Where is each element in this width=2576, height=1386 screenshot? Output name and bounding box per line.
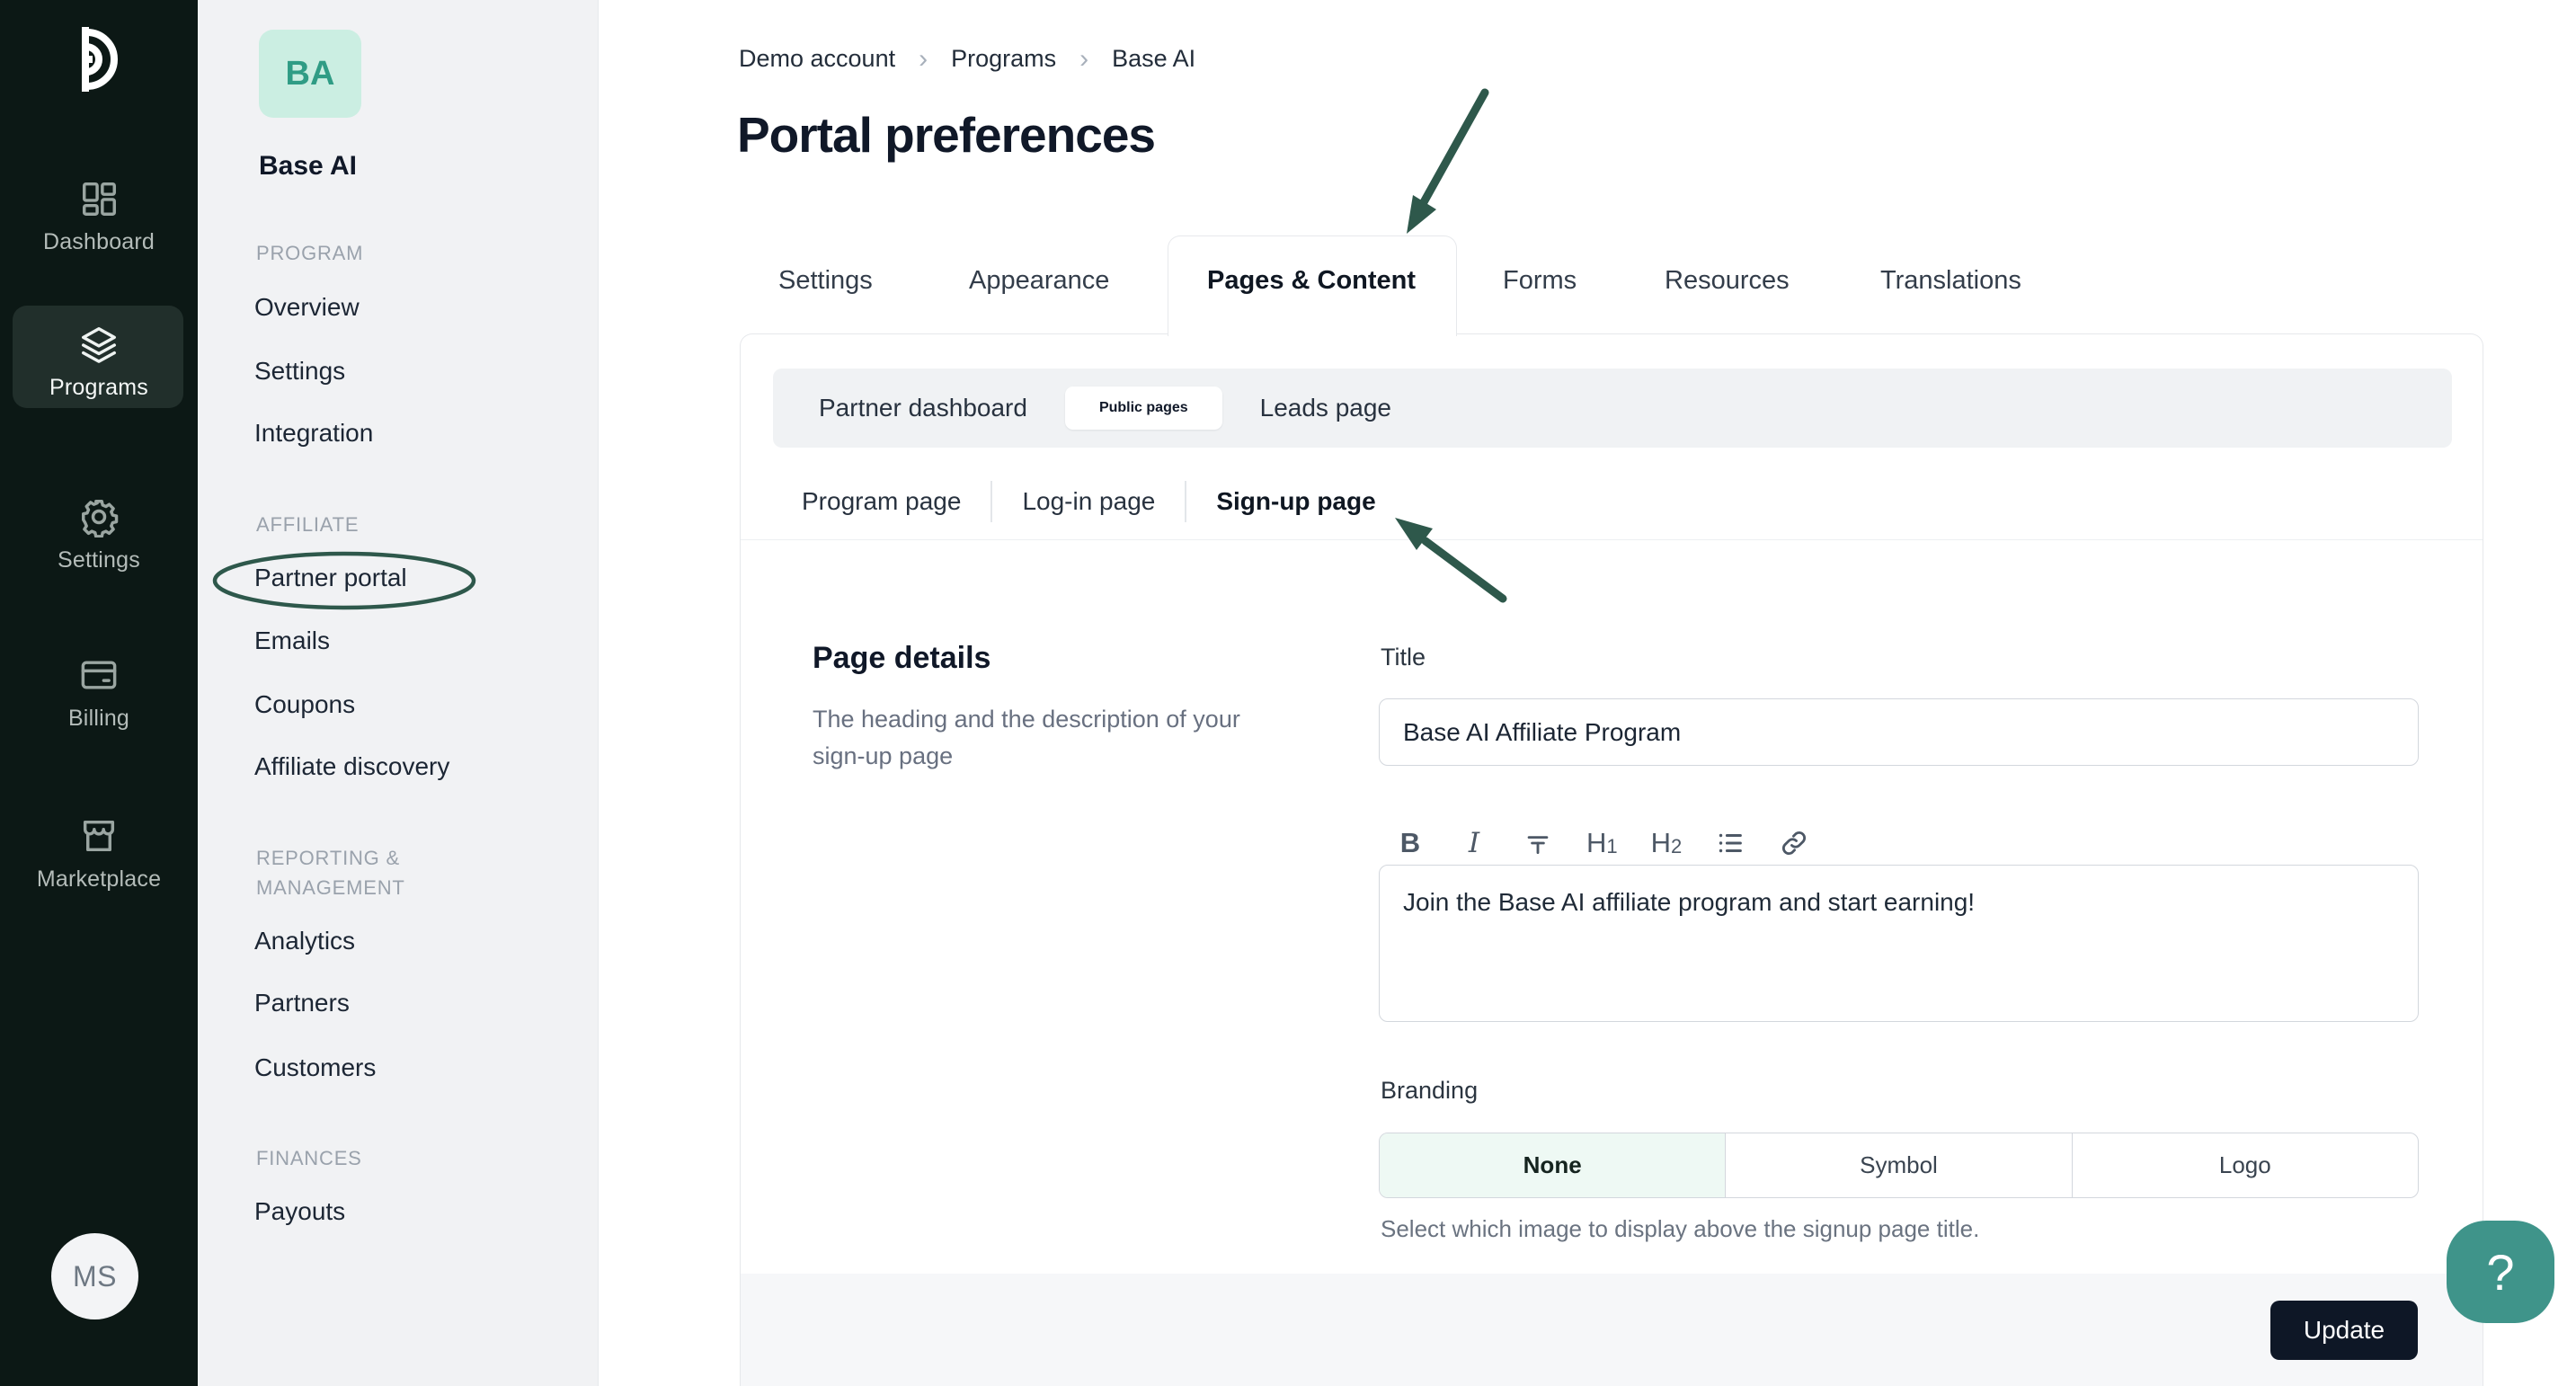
sidebar-item-marketplace[interactable]: Marketplace xyxy=(0,815,198,893)
tab-translations[interactable]: Translations xyxy=(1880,266,2021,296)
section-heading-page-details: Page details xyxy=(813,641,991,675)
page-tab-login-page[interactable]: Log-in page xyxy=(1022,487,1155,516)
sidebar-item-programs[interactable]: Programs xyxy=(0,324,198,401)
bold-icon[interactable]: B xyxy=(1395,823,1426,863)
dashboard-grid-icon xyxy=(82,182,116,216)
program-avatar[interactable]: BA xyxy=(259,30,361,118)
title-input[interactable] xyxy=(1379,698,2419,766)
sidebar-item-partners[interactable]: Partners xyxy=(254,988,350,1018)
portal-section-switcher: Partner dashboard Public pages Leads pag… xyxy=(773,369,2452,448)
sidebar-item-integration[interactable]: Integration xyxy=(254,418,373,449)
page-tab-signup-page[interactable]: Sign-up page xyxy=(1216,487,1375,516)
program-name: Base AI xyxy=(259,151,357,181)
section-heading-affiliate: AFFILIATE xyxy=(256,513,360,536)
tab-annotation-arrow xyxy=(1407,88,1489,234)
sidebar-item-dashboard[interactable]: Dashboard xyxy=(0,178,198,255)
section-heading-finances: FINANCES xyxy=(256,1147,362,1169)
branding-option-logo[interactable]: Logo xyxy=(2071,1133,2418,1197)
sidebar-item-settings[interactable]: Settings xyxy=(0,496,198,573)
page-description-editor[interactable]: Join the Base AI affiliate program and s… xyxy=(1379,865,2419,1022)
help-button[interactable]: ? xyxy=(2447,1221,2554,1323)
settings-gear-icon xyxy=(82,500,119,538)
section-heading-program: PROGRAM xyxy=(256,242,364,264)
question-mark-icon: ? xyxy=(2486,1243,2515,1301)
program-initials: BA xyxy=(285,54,335,93)
breadcrumb-separator-icon: › xyxy=(1079,44,1089,74)
sidebar-item-label: Marketplace xyxy=(36,866,162,892)
subtab-leads-page[interactable]: Leads page xyxy=(1260,394,1391,422)
breadcrumb-item-programs[interactable]: Programs xyxy=(951,45,1056,73)
branding-option-none[interactable]: None xyxy=(1380,1133,1726,1197)
sidebar-item-billing[interactable]: Billing xyxy=(0,654,198,732)
sidebar-item-label: Billing xyxy=(67,706,130,731)
user-initials: MS xyxy=(73,1259,117,1293)
heading1-icon[interactable]: H 1 xyxy=(1586,823,1618,863)
breadcrumb-separator-icon: › xyxy=(919,44,928,74)
sidebar-item-label: Settings xyxy=(58,547,140,573)
sidebar-item-overview[interactable]: Overview xyxy=(254,292,360,323)
breadcrumb-item-program[interactable]: Base AI xyxy=(1112,45,1195,73)
page-tab-program-page[interactable]: Program page xyxy=(802,487,961,516)
tab-pages-content[interactable]: Pages & Content xyxy=(1207,266,1416,296)
sidebar-item-affiliate-discovery[interactable]: Affiliate discovery xyxy=(254,751,449,782)
section-description: The heading and the description of your … xyxy=(813,706,1240,769)
sidebar-item-coupons[interactable]: Coupons xyxy=(254,689,355,720)
strikethrough-icon[interactable] xyxy=(1523,823,1553,863)
section-heading-reporting: REPORTING & MANAGEMENT xyxy=(256,847,405,899)
vertical-divider xyxy=(990,481,993,522)
marketplace-store-icon xyxy=(83,820,115,852)
branding-option-symbol[interactable]: Symbol xyxy=(1725,1133,2071,1197)
primary-sidebar: Dashboard Programs Settings Billing Mark… xyxy=(0,0,198,1386)
sidebar-item-customers[interactable]: Customers xyxy=(254,1053,376,1083)
italic-icon[interactable]: I xyxy=(1459,823,1489,863)
program-sidebar: BA Base AI PROGRAM Overview Settings Int… xyxy=(198,0,599,1386)
branding-field-label: Branding xyxy=(1381,1077,1479,1104)
programs-layers-icon xyxy=(82,327,116,363)
sidebar-item-program-settings[interactable]: Settings xyxy=(254,356,345,386)
link-icon[interactable] xyxy=(1779,823,1809,863)
heading2-icon[interactable]: H 2 xyxy=(1651,823,1683,863)
user-avatar[interactable]: MS xyxy=(51,1233,138,1319)
billing-card-icon xyxy=(81,661,117,689)
vertical-divider xyxy=(1185,481,1187,522)
public-page-switcher: Program page Log-in page Sign-up page xyxy=(802,481,1376,522)
app-logo-icon[interactable] xyxy=(71,23,121,95)
tab-resources[interactable]: Resources xyxy=(1665,266,1790,296)
tab-appearance[interactable]: Appearance xyxy=(969,266,1109,296)
branding-helper-text: Select which image to display above the … xyxy=(1381,1215,1980,1242)
subtab-public-pages[interactable]: Public pages xyxy=(1064,386,1222,430)
subtab-partner-dashboard[interactable]: Partner dashboard xyxy=(819,394,1027,422)
sidebar-item-partner-portal[interactable]: Partner portal xyxy=(254,563,407,593)
sidebar-item-label: Dashboard xyxy=(42,229,155,254)
sidebar-item-analytics[interactable]: Analytics xyxy=(254,926,355,956)
card-footer: Update xyxy=(741,1274,2483,1386)
breadcrumb-item-account[interactable]: Demo account xyxy=(739,45,895,73)
sidebar-item-label: Programs xyxy=(49,375,148,400)
tab-forms[interactable]: Forms xyxy=(1503,266,1577,296)
sidebar-item-payouts[interactable]: Payouts xyxy=(254,1196,345,1227)
title-field-label: Title xyxy=(1381,644,1426,671)
breadcrumb: Demo account › Programs › Base AI xyxy=(739,45,1195,73)
bullet-list-icon[interactable] xyxy=(1715,823,1745,863)
page-title: Portal preferences xyxy=(737,107,1156,163)
card-header: Partner dashboard Public pages Leads pag… xyxy=(741,334,2483,540)
richtext-toolbar: B I H 1 H 2 xyxy=(1395,818,1809,868)
sidebar-item-emails[interactable]: Emails xyxy=(254,626,330,656)
tab-settings[interactable]: Settings xyxy=(778,266,873,296)
branding-segmented-control: None Symbol Logo xyxy=(1379,1133,2419,1198)
update-button[interactable]: Update xyxy=(2270,1301,2418,1360)
